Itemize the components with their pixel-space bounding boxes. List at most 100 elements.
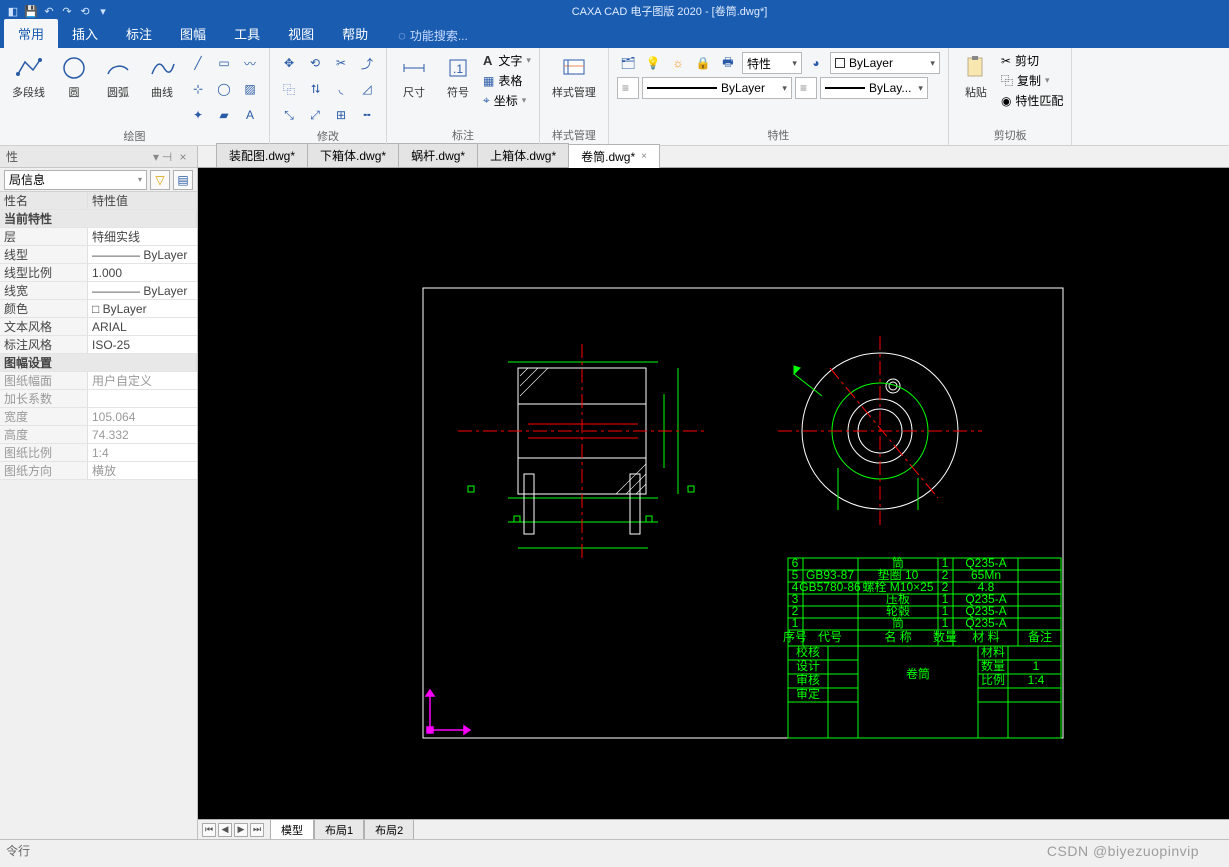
close-icon[interactable]: ×	[641, 151, 647, 162]
arc-button[interactable]: 圆弧	[99, 52, 137, 102]
chamfer-icon[interactable]: ◿	[356, 78, 378, 100]
tab-tools[interactable]: 工具	[220, 19, 274, 48]
centerline-icon[interactable]: ⊹	[187, 78, 209, 100]
style-manager-button[interactable]: 样式管理	[548, 52, 600, 102]
fill-icon[interactable]: ▰	[213, 104, 235, 126]
fillet-icon[interactable]: ◟	[330, 78, 352, 100]
command-line[interactable]: 令行	[0, 839, 1229, 867]
drawing-canvas[interactable]: 6筒1Q235-A5GB93-87垫圈 10265Mn4GB5780-86螺栓 …	[198, 168, 1229, 819]
polyline-button[interactable]: 多段线	[8, 52, 49, 102]
tab-view[interactable]: 视图	[274, 19, 328, 48]
trim-icon[interactable]: ✂	[330, 52, 352, 74]
doc-tab[interactable]: 上箱体.dwg*	[477, 143, 569, 167]
layout-tab[interactable]: 布局1	[314, 819, 364, 841]
bulb2-icon[interactable]: 💡	[642, 52, 664, 74]
prev-icon[interactable]: ◀	[218, 823, 232, 837]
property-row[interactable]: 图纸方向横放	[0, 462, 197, 480]
array-icon[interactable]: ⊞	[330, 104, 352, 126]
property-row[interactable]: 加长系数	[0, 390, 197, 408]
revert-icon[interactable]: ⟲	[78, 4, 92, 18]
doc-tab[interactable]: 卷筒.dwg*×	[568, 144, 660, 168]
stretch-icon[interactable]: ⤡	[278, 104, 300, 126]
print-icon[interactable]: 🖶	[717, 52, 739, 74]
coord-icon[interactable]: ⌖	[483, 93, 490, 108]
tab-annotate[interactable]: 标注	[112, 19, 166, 48]
lock-icon[interactable]: 🔒	[692, 52, 714, 74]
property-row[interactable]: 层特细实线	[0, 228, 197, 246]
color-select[interactable]: ByLayer▾	[830, 52, 940, 74]
save-icon[interactable]: 💾	[24, 4, 38, 18]
property-row[interactable]: 高度74.332	[0, 426, 197, 444]
linetype-btn[interactable]: ≡	[617, 77, 639, 99]
cut-button[interactable]: ✂剪切	[1001, 52, 1064, 69]
last-icon[interactable]: ⏭	[250, 823, 264, 837]
point-icon[interactable]: ✦	[187, 104, 209, 126]
line-icon[interactable]: ╱	[187, 52, 209, 74]
text-icon[interactable]: A	[239, 104, 261, 126]
text-button[interactable]: 文字	[498, 52, 522, 69]
doc-tab[interactable]: 装配图.dwg*	[216, 143, 308, 167]
property-row[interactable]: 颜色□ ByLayer	[0, 300, 197, 318]
close-icon[interactable]: ×	[175, 150, 191, 164]
property-row[interactable]: 图纸幅面用户自定义	[0, 372, 197, 390]
colorwheel-icon[interactable]: ◕	[805, 52, 827, 74]
mirror-icon[interactable]: ⮁	[304, 78, 326, 100]
app-icon[interactable]: ◧	[6, 4, 20, 18]
qat-dropdown-icon[interactable]: ▾	[96, 4, 110, 18]
filter-list-icon[interactable]: ▤	[173, 170, 193, 190]
symbol-button[interactable]: .1符号	[439, 52, 477, 102]
paste-button[interactable]: 粘贴	[957, 52, 995, 102]
curve-button[interactable]: 曲线	[143, 52, 181, 102]
document-tabs: 装配图.dwg*下箱体.dwg*蜗杆.dwg*上箱体.dwg*卷筒.dwg*×	[198, 146, 1229, 168]
scale-icon[interactable]: ⤢	[304, 104, 326, 126]
dimension-button[interactable]: 尺寸	[395, 52, 433, 102]
circle-button[interactable]: 圆	[55, 52, 93, 102]
pin-icon[interactable]: ⊣	[159, 150, 175, 164]
move-icon[interactable]: ✥	[278, 52, 300, 74]
table-icon[interactable]: ▦	[483, 74, 494, 88]
redo-icon[interactable]: ↷	[60, 4, 74, 18]
text-a-icon[interactable]: A	[483, 53, 492, 68]
filter-select[interactable]: 局信息▾	[4, 170, 147, 190]
wave-icon[interactable]: 〰	[239, 52, 261, 74]
layout-tab[interactable]: 布局2	[364, 819, 414, 841]
rotate-icon[interactable]: ⟲	[304, 52, 326, 74]
coord-button[interactable]: 坐标	[494, 92, 518, 109]
first-icon[interactable]: ⏮	[202, 823, 216, 837]
copy-icon[interactable]: ⿻	[278, 78, 300, 100]
ellipse-icon[interactable]: ◯	[213, 78, 235, 100]
layout-tab[interactable]: 模型	[270, 819, 314, 841]
rect-icon[interactable]: ▭	[213, 52, 235, 74]
property-row[interactable]: 宽度105.064	[0, 408, 197, 426]
match-props-button[interactable]: ◉特性匹配	[1001, 92, 1064, 109]
lineweight-select[interactable]: ByLay...▾	[820, 77, 928, 99]
filter-funnel-icon[interactable]: ▽	[150, 170, 170, 190]
property-row[interactable]: 文本风格ARIAL	[0, 318, 197, 336]
property-row[interactable]: 标注风格ISO-25	[0, 336, 197, 354]
break-icon[interactable]: ╍	[356, 104, 378, 126]
lineweight-btn[interactable]: ≡	[795, 77, 817, 99]
tab-insert[interactable]: 插入	[58, 19, 112, 48]
doc-tab[interactable]: 下箱体.dwg*	[307, 143, 399, 167]
extend-icon[interactable]: ⤴	[356, 52, 378, 74]
property-row[interactable]: 图纸比例1:4	[0, 444, 197, 462]
linetype-select[interactable]: ByLayer▾	[642, 77, 792, 99]
copy-button[interactable]: ⿻复制▾	[1001, 72, 1064, 89]
hatch-icon[interactable]: ▨	[239, 78, 261, 100]
layer-props-icon[interactable]: 🗂	[617, 52, 639, 74]
table-button[interactable]: 表格	[498, 72, 522, 89]
property-row[interactable]: 线型比例1.000	[0, 264, 197, 282]
doc-tab[interactable]: 蜗杆.dwg*	[398, 143, 478, 167]
ribbon-group-annotate: 尺寸 .1符号 A文字▾ ▦表格 ⌖坐标▾ 标注	[387, 48, 540, 145]
property-row[interactable]: 线宽———— ByLayer	[0, 282, 197, 300]
undo-icon[interactable]: ↶	[42, 4, 56, 18]
sun-icon[interactable]: ☼	[667, 52, 689, 74]
next-icon[interactable]: ▶	[234, 823, 248, 837]
function-search[interactable]: ◌ 功能搜索...	[398, 27, 468, 48]
curve-icon	[148, 54, 176, 82]
tab-help[interactable]: 帮助	[328, 19, 382, 48]
tab-frame[interactable]: 图幅	[166, 19, 220, 48]
layer-special-select[interactable]: 特性▾	[742, 52, 802, 74]
property-row[interactable]: 线型———— ByLayer	[0, 246, 197, 264]
tab-common[interactable]: 常用	[4, 19, 58, 48]
